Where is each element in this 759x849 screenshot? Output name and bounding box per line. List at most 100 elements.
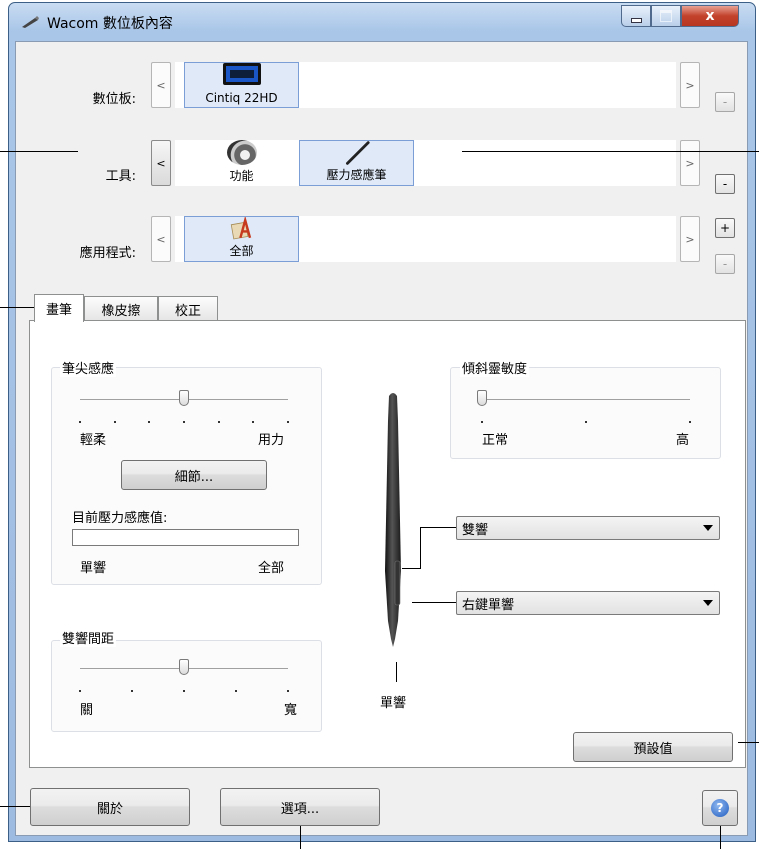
chevron-right-icon: > bbox=[685, 156, 695, 170]
chevron-down-icon bbox=[703, 525, 713, 531]
pen-tool-callout bbox=[462, 151, 759, 152]
tab-pen[interactable]: 畫筆 bbox=[34, 294, 84, 322]
tablet-row-label: 數位板: bbox=[92, 92, 136, 107]
pressure-bar-right-label: 全部 bbox=[258, 561, 285, 576]
title-bar[interactable]: Wacom 數位板內容 x bbox=[9, 3, 755, 41]
tool-tile-pen[interactable]: 壓力感應筆 bbox=[299, 140, 414, 186]
minus-icon: - bbox=[722, 95, 728, 109]
app-prev-button[interactable]: < bbox=[151, 216, 171, 262]
tab-label: 畫筆 bbox=[45, 303, 72, 318]
chevron-left-icon: < bbox=[156, 78, 166, 92]
all-applications-icon bbox=[230, 217, 251, 240]
upper-button-callout-horizontal bbox=[420, 527, 456, 528]
help-callout bbox=[720, 826, 721, 849]
slider-tick bbox=[79, 421, 81, 423]
tip-feel-right-label: 用力 bbox=[258, 433, 285, 448]
tilt-track bbox=[482, 399, 690, 400]
details-button[interactable]: 細節... bbox=[121, 460, 267, 490]
slider-tick bbox=[131, 690, 133, 692]
app-tile-label: 全部 bbox=[229, 244, 254, 258]
close-button[interactable]: x bbox=[681, 5, 739, 27]
tilt-left-label: 正常 bbox=[482, 433, 509, 448]
tablet-tile-label: Cintiq 22HD bbox=[205, 91, 278, 105]
current-pressure-bar bbox=[72, 529, 299, 546]
upper-side-switch-select[interactable]: 雙響 bbox=[456, 516, 720, 540]
options-button-label: 選項... bbox=[280, 801, 320, 817]
slider-tick bbox=[113, 421, 116, 423]
app-row-label: 應用程式: bbox=[79, 246, 136, 261]
minimize-button[interactable] bbox=[621, 5, 651, 27]
slider-tick bbox=[235, 690, 237, 692]
tip-feel-slider[interactable] bbox=[179, 390, 189, 406]
help-icon: ? bbox=[711, 799, 729, 817]
slider-tick bbox=[287, 421, 289, 423]
slider-tick bbox=[287, 690, 289, 692]
tab-eraser[interactable]: 橡皮擦 bbox=[84, 296, 158, 322]
options-button[interactable]: 選項... bbox=[220, 788, 380, 826]
default-button[interactable]: 預設值 bbox=[573, 732, 733, 762]
help-button[interactable]: ? bbox=[702, 790, 738, 826]
tip-callout-line bbox=[396, 662, 397, 682]
lower-side-switch-value: 右鍵單響 bbox=[462, 597, 515, 613]
maximize-button[interactable] bbox=[651, 5, 681, 27]
double-click-distance-title: 雙響間距 bbox=[60, 628, 117, 647]
remove-tablet-button[interactable]: - bbox=[715, 92, 735, 112]
slider-tick bbox=[481, 421, 483, 423]
app-next-button[interactable]: > bbox=[680, 216, 700, 262]
minus-icon: - bbox=[722, 177, 728, 191]
tabs-callout bbox=[0, 307, 38, 308]
slider-tick bbox=[217, 421, 220, 423]
pen-icon bbox=[345, 141, 370, 165]
tilt-sensitivity-title: 傾斜靈敏度 bbox=[460, 358, 530, 377]
plus-icon: + bbox=[719, 221, 731, 235]
chevron-left-icon: < bbox=[156, 156, 166, 170]
tablet-tile-cintiq[interactable]: Cintiq 22HD bbox=[184, 62, 299, 108]
double-click-distance-group bbox=[51, 640, 322, 732]
tool-prev-button[interactable]: < bbox=[151, 140, 171, 186]
about-button-label: 關於 bbox=[96, 801, 123, 817]
default-callout bbox=[738, 742, 759, 743]
window-title: Wacom 數位板內容 bbox=[47, 16, 173, 32]
default-button-label: 預設值 bbox=[633, 741, 673, 757]
add-app-button[interactable]: + bbox=[715, 218, 735, 238]
tilt-sensitivity-slider[interactable] bbox=[477, 390, 487, 406]
chevron-left-icon: < bbox=[156, 232, 166, 246]
options-callout bbox=[300, 826, 301, 849]
tilt-right-label: 高 bbox=[676, 433, 690, 448]
about-callout bbox=[0, 806, 30, 807]
tip-feel-left-label: 輕柔 bbox=[80, 433, 107, 448]
tool-tile-label: 壓力感應筆 bbox=[326, 168, 387, 182]
slider-tick bbox=[585, 421, 587, 423]
tab-calibrate[interactable]: 校正 bbox=[158, 296, 218, 322]
tab-label: 橡皮擦 bbox=[101, 304, 141, 319]
remove-app-button[interactable]: - bbox=[715, 254, 735, 274]
slider-tick bbox=[79, 690, 81, 692]
chevron-right-icon: > bbox=[685, 232, 695, 246]
double-click-left-label: 關 bbox=[80, 703, 94, 718]
minimize-icon bbox=[630, 17, 642, 23]
lower-side-switch-select[interactable]: 右鍵單響 bbox=[456, 591, 720, 615]
chevron-down-icon bbox=[703, 600, 713, 606]
tablet-next-button[interactable]: > bbox=[680, 62, 700, 108]
tab-label: 校正 bbox=[174, 304, 201, 319]
minus-icon: - bbox=[722, 257, 728, 271]
maximize-icon bbox=[660, 10, 672, 22]
tablet-prev-button[interactable]: < bbox=[151, 62, 171, 108]
tablet-strip: Cintiq 22HD bbox=[175, 62, 676, 108]
app-tile-all[interactable]: 全部 bbox=[184, 216, 299, 262]
pen-tip-function-label: 單響 bbox=[380, 696, 407, 711]
tools-callout bbox=[0, 151, 78, 152]
about-button[interactable]: 關於 bbox=[30, 788, 190, 826]
tool-strip: 功能 壓力感應筆 bbox=[175, 140, 676, 186]
slider-tick bbox=[183, 421, 185, 423]
cintiq-tablet-icon bbox=[222, 63, 261, 85]
tool-next-button[interactable]: > bbox=[680, 140, 700, 186]
tool-tile-label: 功能 bbox=[229, 169, 254, 183]
details-button-label: 細節... bbox=[174, 469, 214, 485]
tool-tile-functions[interactable]: 功能 bbox=[184, 140, 299, 186]
double-click-distance-slider[interactable] bbox=[179, 659, 189, 675]
upper-button-callout bbox=[402, 568, 420, 569]
remove-tool-button[interactable]: - bbox=[715, 174, 735, 194]
current-pressure-label: 目前壓力感應值: bbox=[72, 511, 168, 526]
pen-app-icon bbox=[22, 16, 39, 28]
